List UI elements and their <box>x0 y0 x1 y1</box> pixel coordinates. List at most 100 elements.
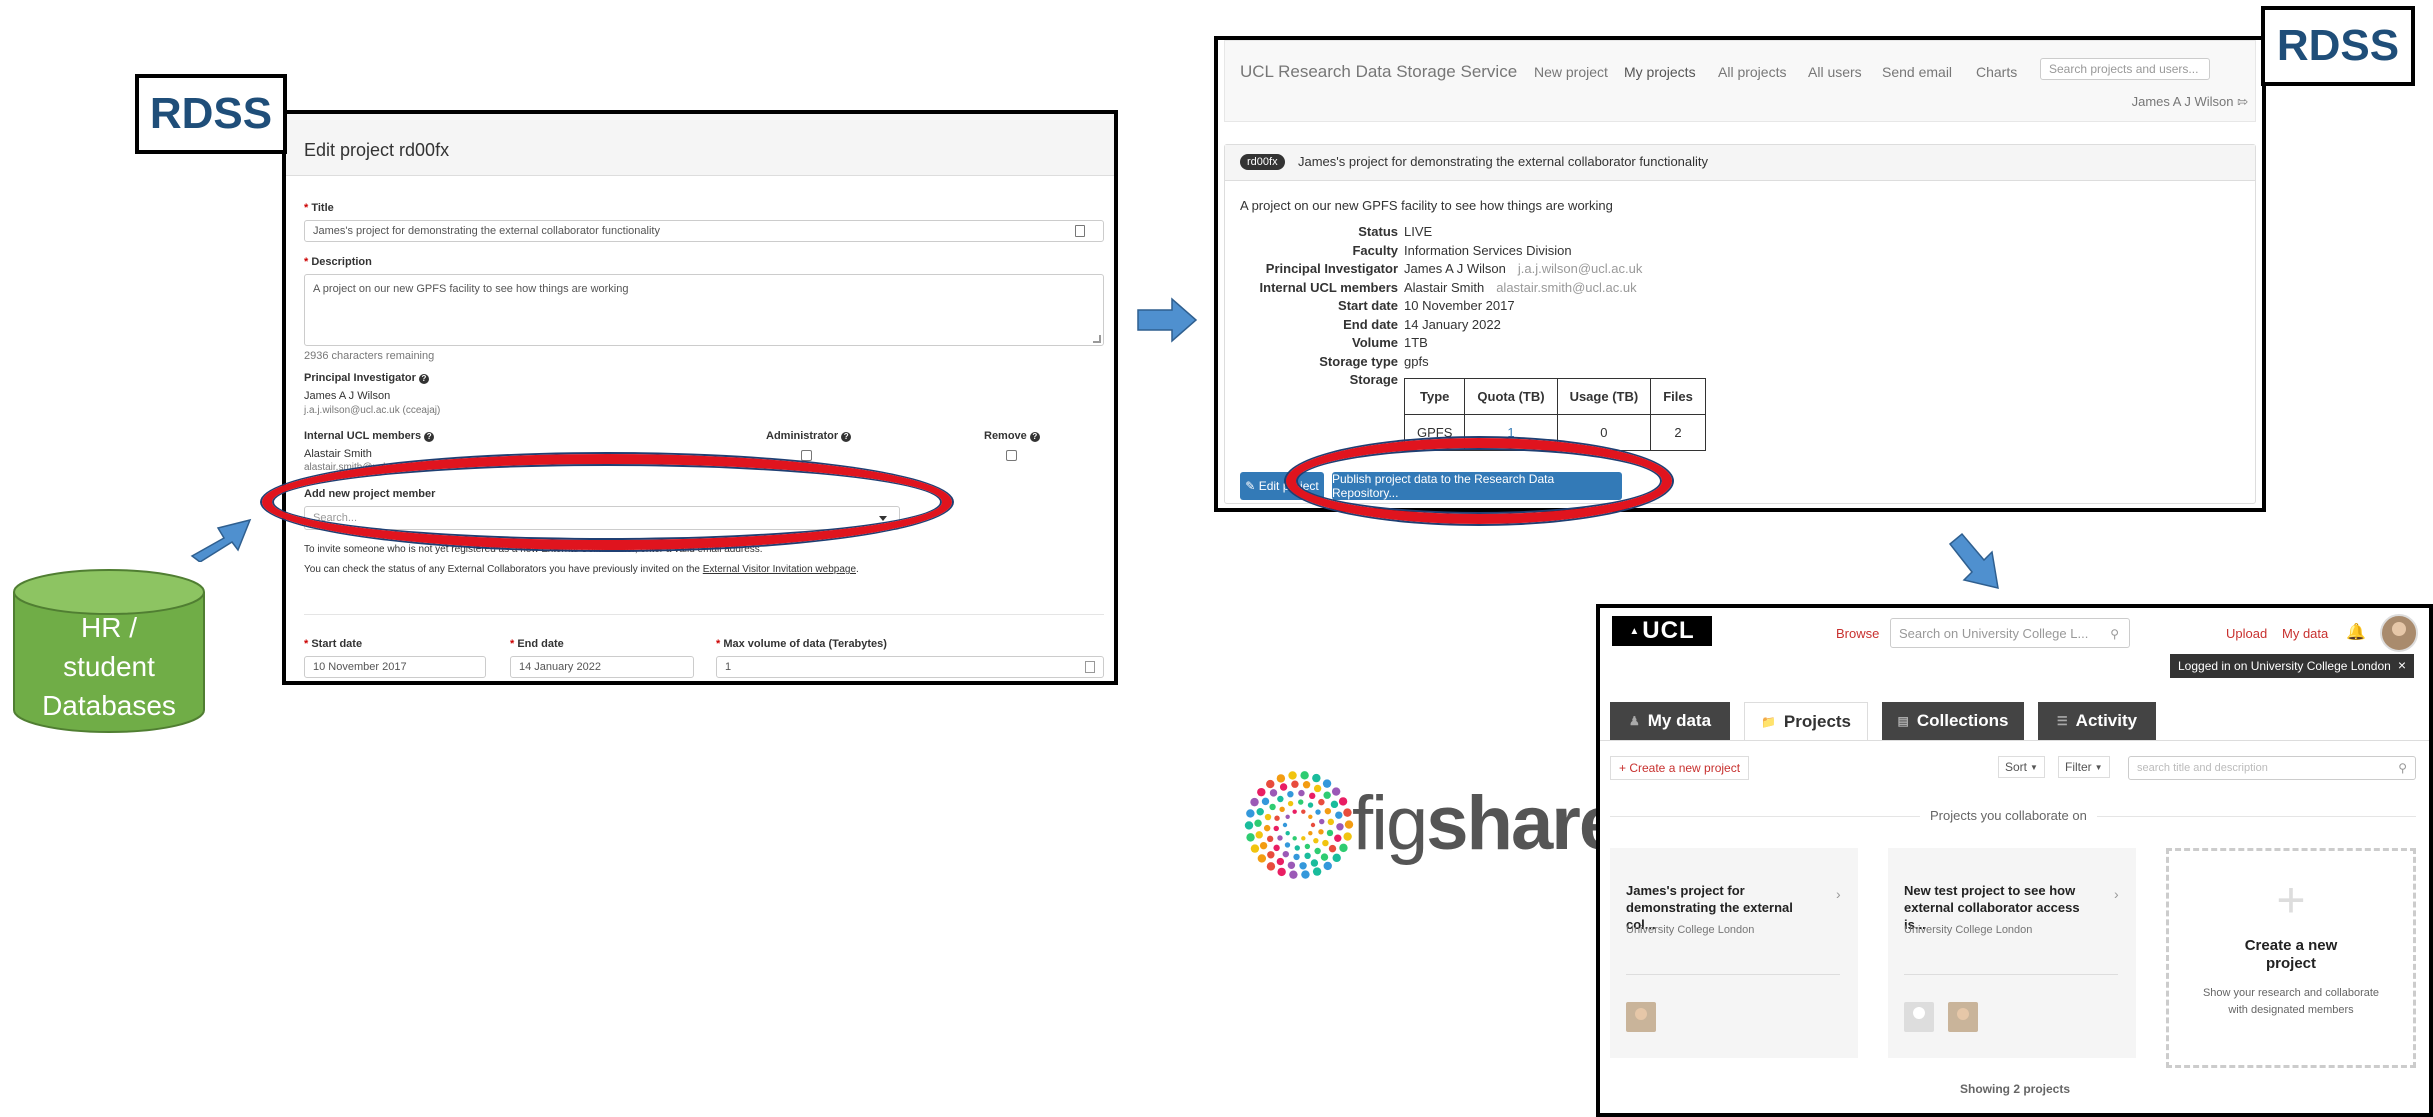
ucl-dome-icon: ▲ <box>1629 625 1641 637</box>
nav-new-project[interactable]: New project <box>1534 64 1608 80</box>
member-search-input[interactable]: Search... <box>304 506 900 530</box>
figshare-dot <box>1318 829 1324 835</box>
figshare-dot <box>1307 802 1314 808</box>
nav-charts[interactable]: Charts <box>1976 64 2017 80</box>
storage-cell-files: 2 <box>1650 414 1706 451</box>
status-text: You can check the status of any External… <box>304 564 859 575</box>
end-date-input[interactable]: 14 January 2022 <box>510 656 694 678</box>
detail-value-text: 14 January 2022 <box>1404 316 1501 332</box>
chevron-down-icon: ▼ <box>2094 762 2103 772</box>
tab-activity[interactable]: ☰ Activity <box>2038 702 2156 740</box>
figshare-dot <box>1284 842 1291 848</box>
filter-search-input[interactable]: search title and description ⚲ <box>2128 756 2416 780</box>
create-new-card-title: Create a new project <box>2244 937 2338 972</box>
hr-db-line1: HR / <box>81 612 137 643</box>
tab-projects[interactable]: 📁 Projects <box>1744 702 1868 740</box>
tab-my-data[interactable]: ♟ My data <box>1610 702 1730 740</box>
nav-send-email[interactable]: Send email <box>1882 64 1952 80</box>
figshare-logo: figshare <box>1244 770 1621 880</box>
figshare-dot <box>1309 792 1316 800</box>
volume-label: Max volume of data (Terabytes) <box>723 638 887 650</box>
title-input[interactable]: James's project for demonstrating the ex… <box>304 220 1104 242</box>
rdss-label-left: RDSS <box>135 74 287 154</box>
figshare-dot <box>1318 798 1325 806</box>
figshare-dot <box>1261 797 1270 806</box>
figshare-dot <box>1246 809 1255 818</box>
nav-all-projects[interactable]: All projects <box>1718 64 1786 80</box>
external-visitor-invitation-link[interactable]: External Visitor Invitation webpage <box>703 564 856 575</box>
figshare-dot <box>1282 850 1289 858</box>
upload-link[interactable]: Upload <box>2226 626 2267 641</box>
close-icon[interactable]: × <box>2398 657 2406 673</box>
detail-value: LIVE <box>1404 224 1432 239</box>
create-project-link[interactable]: + Create a new project <box>1610 756 1750 780</box>
filter-dropdown[interactable]: Filter ▼ <box>2058 756 2110 778</box>
figshare-dot <box>1292 809 1297 814</box>
tab-collections[interactable]: ▤ Collections <box>1882 702 2024 740</box>
detail-key: Storage type <box>1319 353 1398 369</box>
create-new-project-card[interactable]: + Create a new project Show your researc… <box>2166 848 2416 1068</box>
figshare-dot <box>1257 787 1266 797</box>
pi-label: Principal Investigator <box>304 372 416 384</box>
project-card-2[interactable]: New test project to see how external col… <box>1888 848 2136 1058</box>
figshare-dot <box>1314 847 1321 855</box>
start-date-input[interactable]: 10 November 2017 <box>304 656 486 678</box>
description-label: Description <box>311 256 372 268</box>
figshare-dot <box>1256 808 1264 816</box>
storage-cell-type: GPFS <box>1403 414 1466 451</box>
login-tooltip: Logged in on University College London × <box>2170 654 2414 678</box>
figshare-dot <box>1313 837 1319 844</box>
figshare-dot <box>1282 822 1288 828</box>
edit-project-heading: Edit project rd00fx <box>304 140 450 160</box>
nav-my-projects[interactable]: My projects <box>1624 64 1696 80</box>
figshare-dot <box>1322 839 1329 847</box>
help-icon: ? <box>1029 432 1040 442</box>
volume-input[interactable]: 1 <box>716 656 1104 678</box>
caret-down-icon <box>879 516 887 521</box>
user-menu[interactable]: James A J Wilson ⇰ <box>2128 94 2248 110</box>
figshare-dot <box>1315 809 1321 815</box>
figshare-dot <box>1287 800 1294 807</box>
pi-email: j.a.j.wilson@ucl.ac.uk (cceajaj) <box>304 405 441 416</box>
figshare-search-input[interactable]: Search on University College L... ⚲ <box>1890 618 2130 648</box>
rdss-label-right: RDSS <box>2261 6 2415 86</box>
storage-cell-quota[interactable]: 1 <box>1464 414 1558 451</box>
storage-header-type: Type <box>1403 378 1466 415</box>
figshare-dot <box>1323 791 1331 799</box>
my-data-link[interactable]: My data <box>2282 626 2328 641</box>
publish-project-button[interactable]: Publish project data to the Research Dat… <box>1332 472 1622 500</box>
ucl-logo[interactable]: ▲ UCL <box>1612 616 1712 646</box>
project-card-1[interactable]: James's project for demonstrating the ex… <box>1610 848 1858 1058</box>
description-textarea[interactable]: A project on our new GPFS facility to se… <box>304 274 1104 346</box>
rdss-brand[interactable]: UCL Research Data Storage Service <box>1240 62 1517 82</box>
collections-icon: ▤ <box>1897 714 1909 728</box>
administrator-checkbox[interactable] <box>801 450 812 461</box>
user-avatar[interactable] <box>2380 614 2418 652</box>
member-name: Alastair Smith <box>304 448 372 460</box>
figshare-dot <box>1266 779 1275 789</box>
remove-checkbox[interactable] <box>1006 450 1017 461</box>
figshare-dot <box>1343 832 1352 841</box>
nav-all-users[interactable]: All users <box>1808 64 1862 80</box>
edit-project-button[interactable]: ✎ Edit project <box>1240 472 1324 500</box>
figshare-dot <box>1273 844 1280 852</box>
figshare-logo-share: share <box>1426 781 1621 866</box>
remove-label: Remove <box>984 430 1027 442</box>
avatar <box>1626 1002 1656 1032</box>
invite-text: To invite someone who is not yet registe… <box>304 544 763 555</box>
figshare-dot <box>1327 818 1335 826</box>
figshare-dot <box>1302 781 1311 789</box>
figshare-dot <box>1269 803 1276 811</box>
detail-key: Start date <box>1338 298 1398 313</box>
browse-link[interactable]: Browse <box>1836 626 1879 641</box>
figshare-dot <box>1291 780 1299 788</box>
hr-db-line3: Databases <box>42 690 176 721</box>
detail-key: Internal UCL members <box>1259 279 1398 295</box>
bell-icon[interactable]: 🔔 <box>2346 622 2366 642</box>
detail-key: Storage <box>1349 372 1398 387</box>
figshare-dot <box>1269 789 1278 797</box>
figshare-dot <box>1336 823 1344 831</box>
project-search-input[interactable]: Search projects and users... <box>2040 58 2210 80</box>
figshare-dot <box>1332 853 1341 863</box>
sort-dropdown[interactable]: Sort ▼ <box>1998 756 2045 778</box>
